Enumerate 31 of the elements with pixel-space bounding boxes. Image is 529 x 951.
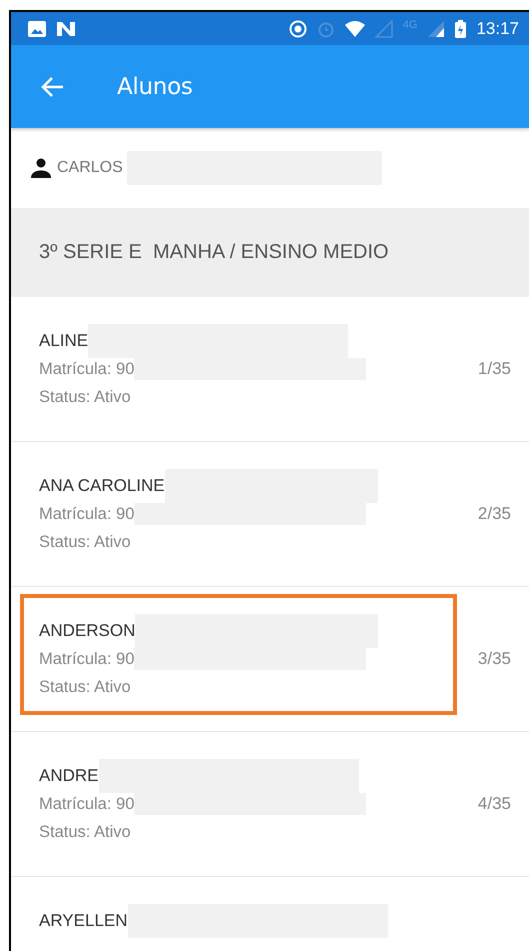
person-icon (29, 156, 53, 180)
screen-title: Alunos (117, 74, 193, 100)
registration-label: Matrícula: 90 (39, 794, 134, 814)
status-label: Status: Ativo (39, 388, 131, 406)
target-icon (288, 20, 307, 38)
empty-signal-icon (374, 20, 393, 38)
clock-time: 13:17 (476, 18, 519, 38)
registration-label: Matrícula: 90 (39, 650, 134, 668)
student-name: ANDERSON (39, 621, 136, 641)
status-label: Status: Ativo (39, 678, 131, 696)
status-label: Status: Ativo (39, 532, 131, 552)
image-icon (28, 20, 46, 36)
position-count: 4/35 (478, 794, 511, 814)
n-logo-icon (56, 20, 76, 36)
registration-label: Matrícula: 90 (39, 360, 134, 378)
student-name: ARYELLEN (39, 911, 128, 931)
alarm-icon (316, 20, 335, 38)
registration-label: Matrícula: 90 (39, 504, 134, 524)
position-count: 3/35 (478, 649, 511, 669)
student-name: ANDRE (39, 766, 99, 786)
network-type-label: 4G (402, 18, 418, 30)
class-title: 3º SERIE E MANHA / ENSINO MEDIO (39, 241, 389, 264)
battery-icon (455, 20, 466, 38)
position-count: 2/35 (478, 504, 511, 524)
wifi-icon (344, 20, 365, 36)
teacher-name: CARLOS (57, 159, 123, 177)
position-count: 1/35 (478, 359, 511, 379)
signal-icon (427, 20, 446, 38)
status-label: Status: Ativo (39, 822, 131, 842)
student-name: ANA CAROLINE (39, 476, 165, 496)
student-name: ALINE (39, 331, 88, 351)
